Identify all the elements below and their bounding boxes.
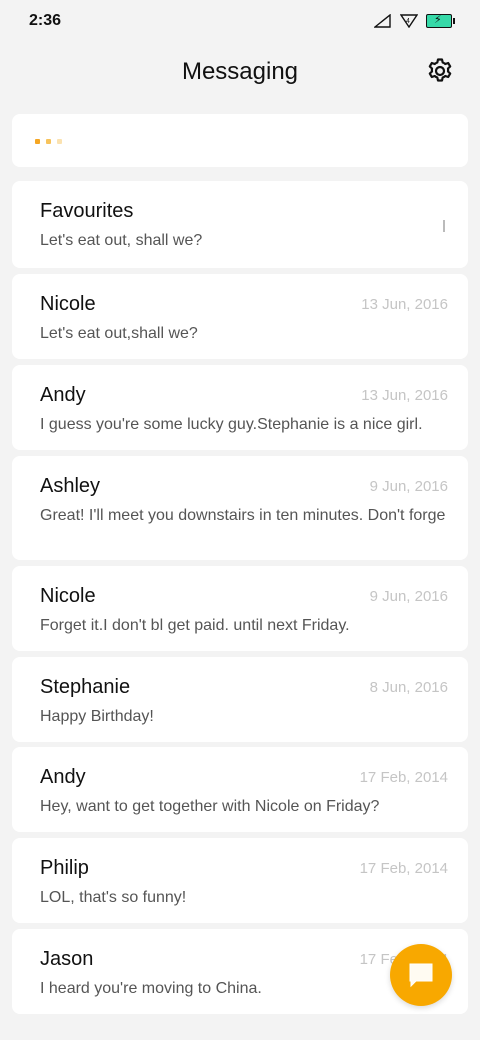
app-header: Messaging	[0, 44, 480, 104]
compose-message-icon	[409, 963, 433, 988]
conversation-name: Nicole	[40, 585, 96, 607]
conversation-item[interactable]: Nicole 9 Jun, 2016 Forget it.I don't bl …	[12, 566, 468, 651]
page-title: Messaging	[181, 58, 299, 85]
conversation-preview: Forget it.I don't bl get paid. until nex…	[40, 617, 350, 634]
cellular-signal-icon	[374, 14, 392, 28]
settings-button[interactable]	[426, 57, 454, 85]
loading-indicator	[35, 139, 62, 144]
conversation-date: 8 Jun, 2016	[369, 679, 448, 696]
conversation-date: 9 Jun, 2016	[369, 588, 448, 605]
conversation-date: 13 Jun, 2016	[361, 296, 448, 313]
conversation-item[interactable]: Philip 17 Feb, 2014 LOL, that's so funny…	[12, 838, 468, 923]
conversation-date: 17 Feb, 2014	[359, 860, 448, 877]
conversation-name: Stephanie	[40, 676, 131, 698]
conversation-item[interactable]: Stephanie 8 Jun, 2016 Happy Birthday!	[12, 657, 468, 742]
conversation-name: Andy	[40, 766, 86, 788]
conversation-preview: Great! I'll meet you downstairs in ten m…	[40, 507, 446, 524]
conversation-preview: Let's eat out, shall we?	[40, 232, 203, 249]
conversation-name: Jason	[40, 948, 94, 970]
conversation-name: Philip	[40, 857, 89, 879]
conversation-name: Ashley	[40, 475, 101, 497]
gear-icon	[428, 58, 452, 82]
conversation-preview: Hey, want to get together with Nicole on…	[40, 798, 380, 815]
conversation-name: Andy	[40, 384, 86, 406]
conversation-name: Favourites	[40, 200, 134, 222]
conversation-item[interactable]: Ashley 9 Jun, 2016 Great! I'll meet you …	[12, 456, 468, 560]
conversation-preview: I heard you're moving to China.	[40, 980, 262, 997]
loading-card	[12, 114, 468, 167]
svg-text:4: 4	[406, 18, 410, 25]
conversation-item[interactable]: Nicole 13 Jun, 2016 Let's eat out,shall …	[12, 274, 468, 359]
wifi-signal-icon: 4	[400, 14, 418, 28]
battery-charging-icon: ⚡	[426, 14, 455, 28]
conversation-preview: LOL, that's so funny!	[40, 889, 187, 906]
conversation-date: 17 Feb, 2014	[359, 769, 448, 786]
conversation-date: 9 Jun, 2016	[369, 478, 448, 495]
status-bar: 2:36 4 ⚡	[0, 0, 480, 44]
conversation-name: Nicole	[40, 293, 96, 315]
conversation-preview: Happy Birthday!	[40, 708, 154, 725]
conversation-item[interactable]: Andy 17 Feb, 2014 Hey, want to get toget…	[12, 747, 468, 832]
conversation-item[interactable]: Andy 13 Jun, 2016 I guess you're some lu…	[12, 365, 468, 450]
scroll-indicator	[443, 220, 445, 232]
conversation-item-favourites[interactable]: Favourites Let's eat out, shall we?	[12, 181, 468, 268]
conversation-date: 13 Jun, 2016	[361, 387, 448, 404]
status-icons: 4 ⚡	[374, 12, 455, 30]
conversation-preview: Let's eat out,shall we?	[40, 325, 198, 342]
compose-message-button[interactable]	[390, 944, 452, 1006]
status-time: 2:36	[29, 12, 62, 29]
conversation-preview: I guess you're some lucky guy.Stephanie …	[40, 416, 423, 433]
